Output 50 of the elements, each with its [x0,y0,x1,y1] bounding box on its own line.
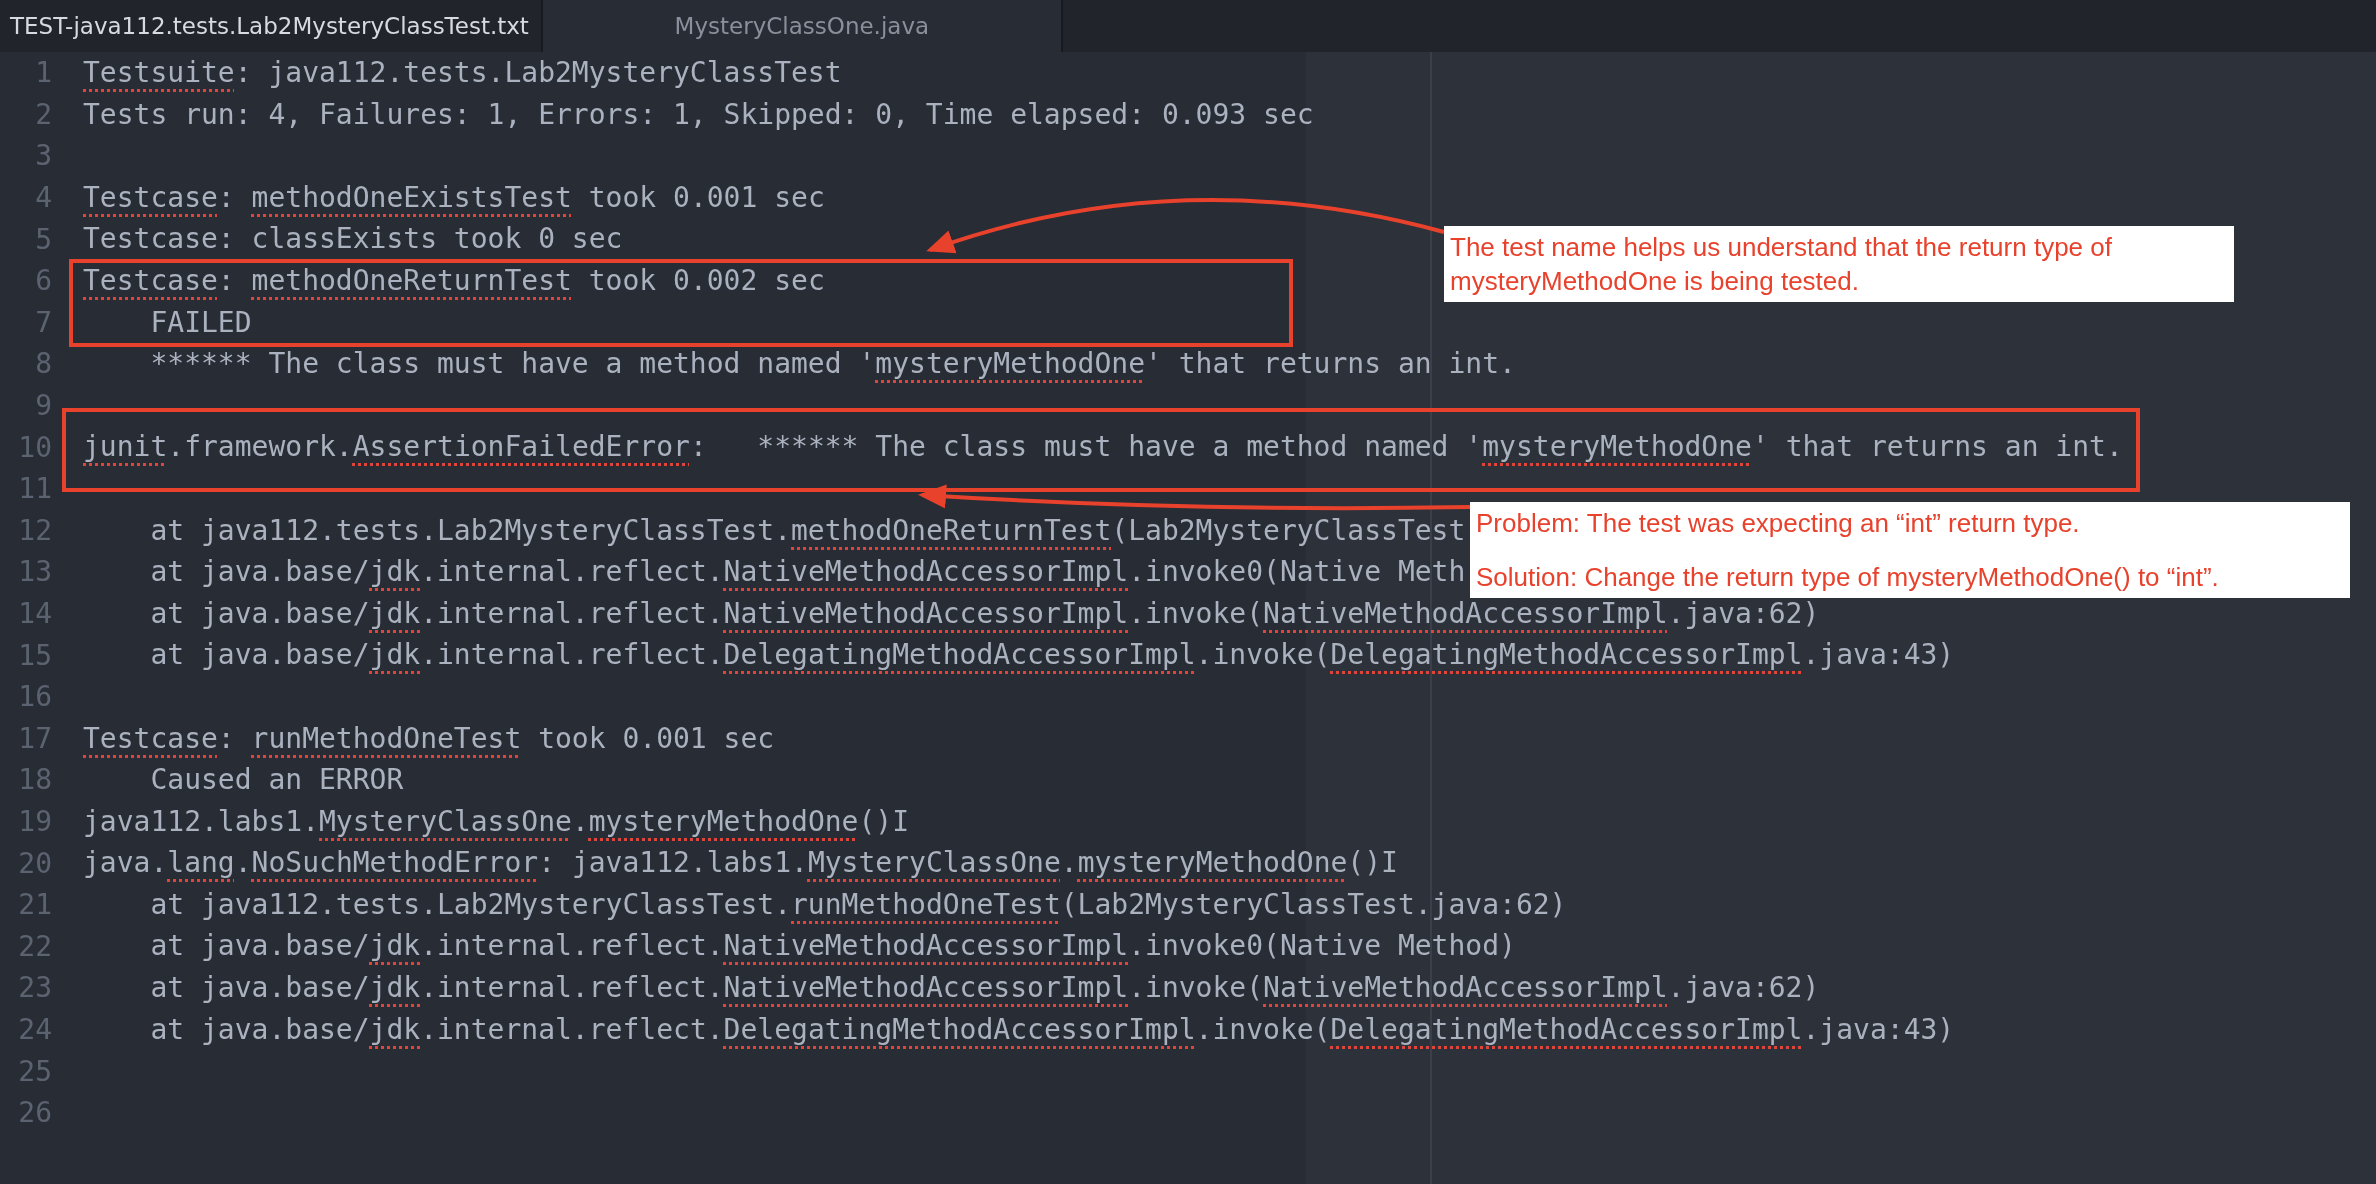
code-line: Testcase: runMethodOneTest took 0.001 sec [83,720,775,757]
line-number: 2 [34,97,52,131]
code-line: java.lang.NoSuchMethodError: java112.labs1.MysteryClassOne.mysteryMethodOne()I [83,845,1398,882]
line-number: 11 [17,472,52,506]
code-line: Testcase: methodOneReturnTest took 0.002 sec [83,262,825,299]
line-number: 12 [17,513,52,547]
line-number: 18 [17,763,52,797]
line-number: 13 [17,555,52,589]
callout-text: Solution: Change the return type of mysteryMethodOne() to “int”. [1476,561,2220,594]
code-line: Testsuite: java112.tests.Lab2MysteryClassTest [83,55,842,91]
line-number: 23 [17,971,52,1005]
code-line: Caused an ERROR [149,762,404,799]
code-line: at java112.tests.Lab2MysteryClassTest.methodOneReturnTest(Lab2MysteryClassTest [149,512,1466,549]
code-line: Testcase: methodOneExistsTest took 0.001 sec [83,179,825,216]
editor-tab[interactable]: MysteryClassOne.java [542,0,1063,52]
line-number: 7 [34,305,52,339]
code-line: Tests run: 4, Failures: 1, Errors: 1, Skipped: 0, Time elapsed: 0.093 sec [83,96,1314,133]
code-line: Testcase: classExists took 0 sec [83,221,623,258]
code-line: at java.base/jdk.internal.reflect.DelegatingMethodAccessorImpl.invoke(DelegatingMethodAccessorImpl.java:43) [149,637,1955,674]
code-line: at java112.tests.Lab2MysteryClassTest.runMethodOneTest(Lab2MysteryClassTest.java:62) [149,886,1567,923]
line-number: 10 [17,430,52,464]
code-line: junit.framework.AssertionFailedError: ****** The class must have a method named 'mysteryMethodOne' that returns an int. [83,429,2123,466]
line-number: 16 [17,680,52,714]
line-number: 25 [17,1054,52,1088]
callout-text: The test name helps us understand that the return type of mysteryMethodOne is being tested. [1450,231,2113,298]
line-number: 15 [17,638,52,672]
code-line: at java.base/jdk.internal.reflect.NativeMethodAccessorImpl.invoke(NativeMethodAccessorImpl.java:62) [149,595,1820,632]
code-line: java112.labs1.MysteryClassOne.mysteryMethodOne()I [83,803,910,840]
line-number: 22 [17,929,52,963]
code-line: ****** The class must have a method named 'mysteryMethodOne' that returns an int. [149,346,1516,383]
line-number: 3 [34,139,52,173]
line-number: 8 [34,347,52,381]
code-line: at java.base/jdk.internal.reflect.NativeMethodAccessorImpl.invoke(NativeMethodAccessorImpl.java:62) [149,970,1820,1007]
line-number: 20 [17,846,52,880]
line-number: 9 [34,389,52,423]
line-number: 5 [34,222,52,256]
line-number: 21 [17,888,52,922]
line-number: 14 [17,597,52,630]
line-number: 26 [17,1096,52,1130]
code-line: FAILED [149,304,252,341]
code-line: at java.base/jdk.internal.reflect.DelegatingMethodAccessorImpl.invoke(DelegatingMethodAccessorImpl.java:43) [149,1011,1955,1048]
code-line: at java.base/jdk.internal.reflect.NativeMethodAccessorImpl.invoke0(Native Method) [149,928,1516,965]
line-number: 4 [34,181,52,215]
line-number: 19 [17,805,52,838]
line-number: 6 [34,264,52,298]
callout-text: Problem: The test was expecting an “int” return type. [1476,507,2081,540]
line-number: 1 [34,56,52,90]
line-number: 24 [17,1012,52,1046]
code-line: at java.base/jdk.internal.reflect.NativeMethodAccessorImpl.invoke0(Native Meth [149,554,1466,591]
line-number: 17 [17,721,52,755]
